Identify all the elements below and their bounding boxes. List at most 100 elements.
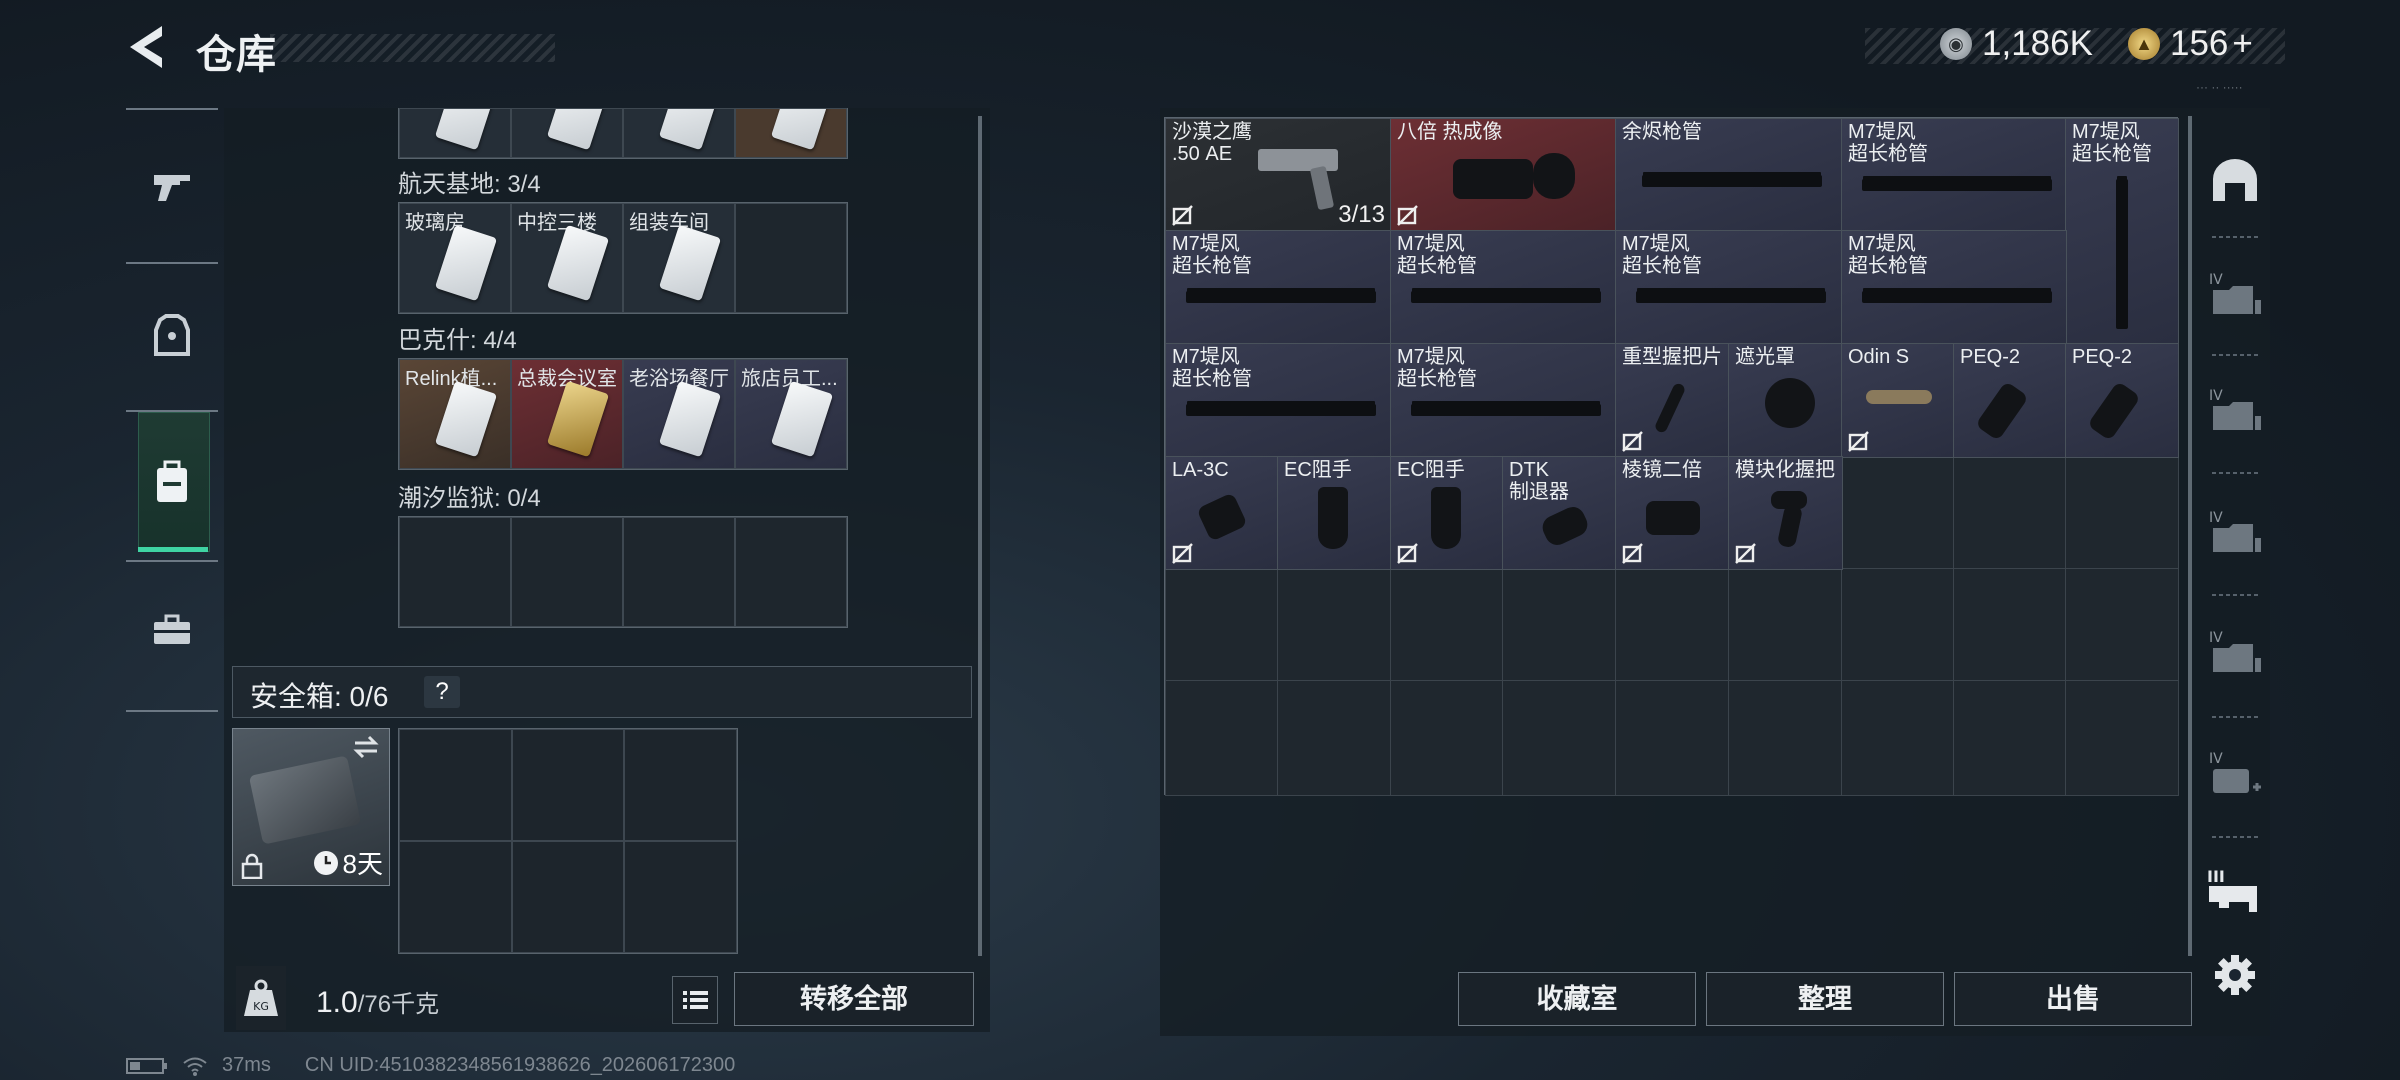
stash-item[interactable]: M7堤风 超长枪管 xyxy=(1841,118,2067,232)
nav-divider xyxy=(126,560,218,562)
stash-tab-main[interactable] xyxy=(2200,146,2270,216)
stash-item[interactable]: PEQ-2 xyxy=(2065,343,2179,458)
stash-item[interactable]: DTK 制退器 xyxy=(1502,456,1617,570)
stash-item[interactable]: 遮光罩 xyxy=(1728,343,1843,458)
sidebar-divider xyxy=(2212,836,2260,838)
right-scrollbar[interactable] xyxy=(2188,116,2192,956)
stash-slot-empty[interactable] xyxy=(1390,680,1504,796)
safe-slot[interactable] xyxy=(624,841,737,953)
stash-item[interactable]: EC阻手 xyxy=(1390,456,1504,570)
keycard-image xyxy=(434,224,498,302)
stash-slot-empty[interactable] xyxy=(2065,568,2179,682)
keycard-row-partial xyxy=(398,108,848,159)
stash-slot-empty[interactable] xyxy=(2065,680,2179,796)
keycard-slot[interactable]: Relink植... xyxy=(399,359,511,469)
stash-item[interactable]: Odin S xyxy=(1841,343,1955,458)
stash-item[interactable]: M7堤风 超长枪管 xyxy=(1615,230,1843,345)
keycard-slot-empty[interactable] xyxy=(735,517,847,627)
keycard-image xyxy=(546,224,610,302)
stash-slot-empty[interactable] xyxy=(1502,568,1617,682)
stash-slot-empty[interactable] xyxy=(1841,456,1955,570)
stash-item[interactable]: M7堤风 超长枪管 xyxy=(2065,118,2179,346)
nav-armor[interactable] xyxy=(138,286,206,386)
keycard-slot-empty[interactable] xyxy=(623,517,735,627)
uninsured-icon xyxy=(1622,543,1643,564)
stash-item[interactable]: M7堤风 超长枪管 xyxy=(1841,230,2067,345)
sell-button[interactable]: 出售 xyxy=(1954,972,2192,1026)
keycard-slot[interactable]: 旅店员工... xyxy=(735,359,847,469)
stash-slot-empty[interactable] xyxy=(1728,680,1843,796)
keycard-slot[interactable]: 中控三楼 xyxy=(511,203,623,313)
nav-weapon[interactable] xyxy=(138,138,206,238)
stash-slot-empty[interactable] xyxy=(1277,680,1392,796)
stash-item[interactable]: EC阻手 xyxy=(1277,456,1392,570)
back-button[interactable] xyxy=(124,22,168,72)
settings-button[interactable] xyxy=(2200,940,2270,1010)
stash-item[interactable]: M7堤风 超长枪管 xyxy=(1390,230,1617,345)
keycard-slot[interactable]: 总裁会议室 xyxy=(511,359,623,469)
safe-slot[interactable] xyxy=(399,841,512,953)
transfer-all-button[interactable]: 转移全部 xyxy=(734,972,974,1026)
add-gold-button[interactable]: + xyxy=(2232,24,2252,64)
stash-item[interactable]: M7堤风 超长枪管 xyxy=(1165,343,1392,458)
nav-toolbox[interactable] xyxy=(138,580,206,680)
list-icon xyxy=(683,991,708,1009)
stash-slot-empty[interactable] xyxy=(1390,568,1504,682)
keycard-slot[interactable] xyxy=(623,108,735,158)
stash-slot-empty[interactable] xyxy=(1953,680,2067,796)
stash-tab-add[interactable]: IV xyxy=(2200,740,2270,810)
stash-slot-empty[interactable] xyxy=(1953,568,2067,682)
stash-item[interactable]: 沙漠之鹰 .50 AE 3/13 xyxy=(1165,118,1392,232)
keycard-slot-empty[interactable] xyxy=(399,517,511,627)
left-scrollbar[interactable] xyxy=(978,116,982,956)
stash-item[interactable]: M7堤风 超长枪管 xyxy=(1390,343,1617,458)
weapon-icon xyxy=(154,175,190,201)
stash-slot-empty[interactable] xyxy=(1502,680,1617,796)
item-name: PEQ-2 xyxy=(1960,346,2021,368)
stash-item[interactable]: LA-3C xyxy=(1165,456,1279,570)
stash-item[interactable]: M7堤风 超长枪管 xyxy=(1165,230,1392,345)
collection-room-button[interactable]: 收藏室 xyxy=(1458,972,1696,1026)
stash-item[interactable]: PEQ-2 xyxy=(1953,343,2067,458)
stash-slot-empty[interactable] xyxy=(1953,456,2067,570)
safe-slot[interactable] xyxy=(511,841,625,953)
stash-tab-iii[interactable]: III xyxy=(2200,856,2270,926)
stash-item[interactable]: 模块化握把 xyxy=(1728,456,1843,570)
storage-iv-icon: IV xyxy=(2209,388,2261,430)
keycard-slot-empty[interactable] xyxy=(511,517,623,627)
keycard-slot[interactable]: 玻璃房 xyxy=(399,203,511,313)
safe-slot[interactable] xyxy=(399,729,512,841)
stash-slot-empty[interactable] xyxy=(2065,456,2179,570)
stash-slot-empty[interactable] xyxy=(1277,568,1392,682)
uninsured-icon xyxy=(1172,543,1193,564)
stash-slot-empty[interactable] xyxy=(1841,568,1955,682)
safe-box-help-button[interactable]: ? xyxy=(424,676,460,708)
stash-slot-empty[interactable] xyxy=(1165,568,1279,682)
safe-box-item[interactable]: 8天 xyxy=(232,728,390,886)
stash-slot-empty[interactable] xyxy=(1841,680,1955,796)
stash-item[interactable]: 余烬枪管 xyxy=(1615,118,1843,232)
gold-currency[interactable]: ▲ 156 + xyxy=(2128,24,2253,64)
safe-slot[interactable] xyxy=(624,729,737,841)
keycard-slot[interactable] xyxy=(735,108,847,158)
keycard-slot[interactable] xyxy=(399,108,511,158)
silver-currency[interactable]: ◉ 1,186K xyxy=(1940,24,2093,64)
stash-tab-2[interactable]: IV xyxy=(2200,260,2270,330)
stash-slot-empty[interactable] xyxy=(1615,568,1730,682)
stash-tab-5[interactable]: IV xyxy=(2200,618,2270,688)
stash-slot-empty[interactable] xyxy=(1165,680,1279,796)
organize-button[interactable]: 整理 xyxy=(1706,972,1944,1026)
stash-slot-empty[interactable] xyxy=(1728,568,1843,682)
stash-tab-3[interactable]: IV xyxy=(2200,376,2270,446)
safe-slot[interactable] xyxy=(511,729,625,841)
stash-item[interactable]: 棱镜二倍 xyxy=(1615,456,1730,570)
keycard-slot[interactable]: 老浴场餐厅 xyxy=(623,359,735,469)
stash-tab-4[interactable]: IV xyxy=(2200,498,2270,568)
stash-item[interactable]: 八倍 热成像 xyxy=(1390,118,1617,232)
keycard-slot-empty[interactable] xyxy=(735,203,847,313)
list-view-button[interactable] xyxy=(672,976,718,1024)
stash-item[interactable]: 重型握把片 xyxy=(1615,343,1730,458)
keycard-slot[interactable] xyxy=(511,108,623,158)
keycard-slot[interactable]: 组装车间 xyxy=(623,203,735,313)
stash-slot-empty[interactable] xyxy=(1615,680,1730,796)
